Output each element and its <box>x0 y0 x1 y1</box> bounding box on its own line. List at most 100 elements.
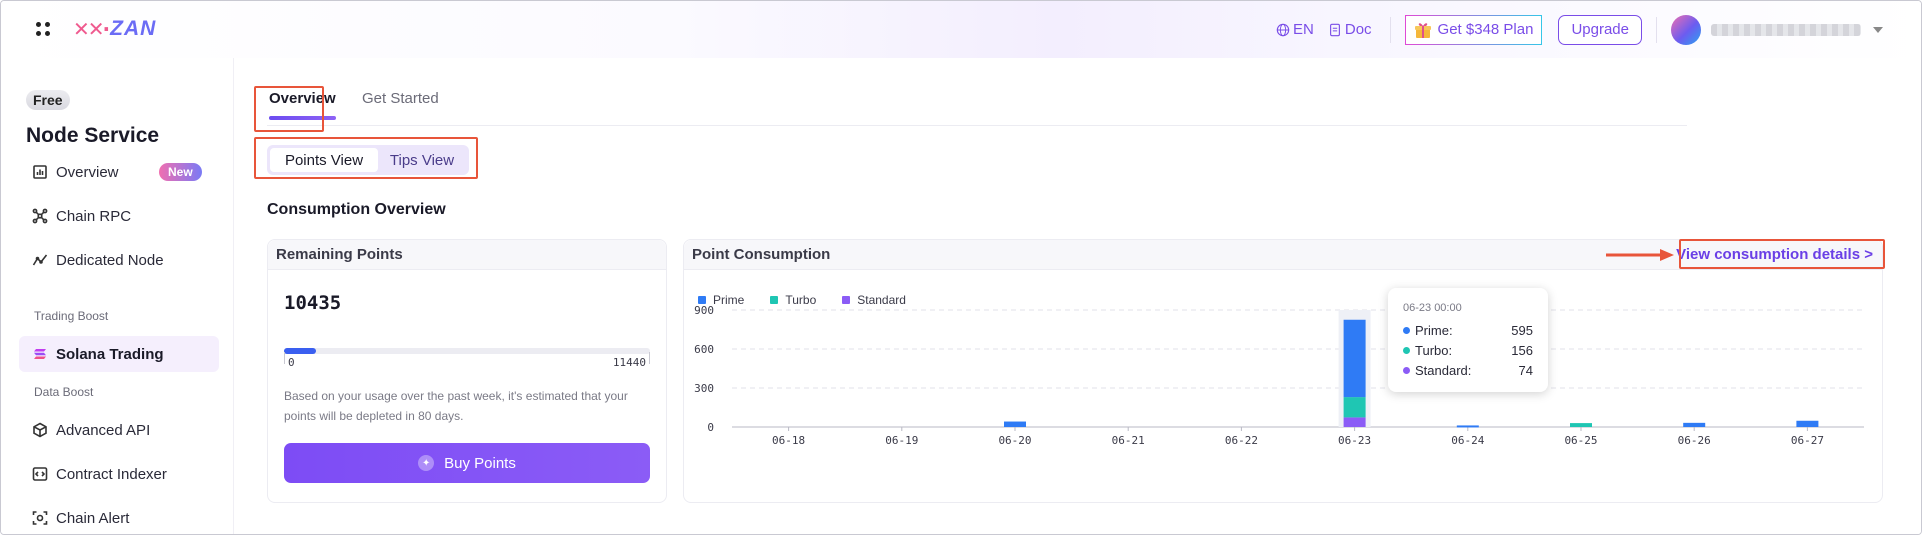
code-window-icon <box>32 467 48 481</box>
apps-grid-icon[interactable] <box>36 22 50 36</box>
x-tick-label: 06-27 <box>1791 434 1824 447</box>
logo[interactable]: ✕✕· ZAN <box>73 17 156 41</box>
tooltip-value: 156 <box>1511 343 1533 358</box>
network-icon <box>32 208 48 224</box>
range-tick <box>649 352 650 364</box>
sidebar-item-label: Chain Alert <box>56 509 130 527</box>
view-consumption-details-link[interactable]: View consumption details > <box>1676 246 1873 263</box>
divider <box>1389 16 1391 43</box>
alert-scan-icon <box>32 511 48 525</box>
x-tick-label: 06-18 <box>772 434 805 447</box>
sparkle-icon: ✦ <box>418 455 435 471</box>
top-actions: EN Doc Get $348 Plan Upgrade <box>1276 1 1883 58</box>
globe-icon <box>1276 23 1290 36</box>
chevron-down-icon[interactable] <box>1873 26 1883 33</box>
sidebar-item-label: Dedicated Node <box>56 251 164 269</box>
bar-standard <box>1343 417 1366 427</box>
legend-swatch <box>1403 347 1410 354</box>
bar-turbo <box>1570 423 1592 427</box>
x-tick-label: 06-21 <box>1112 434 1145 447</box>
points-view-option[interactable]: Points View <box>270 148 378 172</box>
chart-tooltip: 06-23 00:00 Prime: 595 Turbo: 156 Standard… <box>1388 288 1548 392</box>
sidebar-item-chain-rpc[interactable]: Chain RPC <box>19 198 219 234</box>
cube-icon <box>33 422 47 438</box>
tooltip-value: 595 <box>1511 323 1533 338</box>
section-data-boost: Data Boost <box>34 385 94 399</box>
get-plan-button[interactable]: Get $348 Plan <box>1404 14 1543 45</box>
tooltip-row-prime: Prime: 595 <box>1403 323 1533 338</box>
tooltip-label: Prime: <box>1415 323 1453 338</box>
doc-label: Doc <box>1344 21 1372 38</box>
trend-line-icon <box>32 254 48 266</box>
sidebar-item-label: Contract Indexer <box>56 465 167 483</box>
service-title: Node Service <box>26 124 160 147</box>
points-progress-fill <box>284 348 317 354</box>
points-progress-bar <box>284 348 650 354</box>
x-tick-label: 06-24 <box>1451 434 1484 447</box>
depletion-estimate: Based on your usage over the past week, … <box>284 389 628 423</box>
plan-badge: Free <box>26 90 70 110</box>
sidebar-item-chain-alert[interactable]: Chain Alert <box>19 500 219 534</box>
doc-link[interactable]: Doc <box>1328 21 1372 38</box>
new-badge: New <box>159 163 202 181</box>
sidebar: Free Node Service Overview New Chain RPC… <box>1 58 233 534</box>
tooltip-value: 74 <box>1518 363 1533 378</box>
tooltip-row-turbo: Turbo: 156 <box>1403 343 1533 358</box>
tooltip-label: Turbo: <box>1415 343 1453 358</box>
x-tick-label: 06-22 <box>1225 434 1258 447</box>
solana-icon <box>34 349 46 359</box>
tab-overview[interactable]: Overview <box>269 82 336 126</box>
x-tick-label: 06-20 <box>998 434 1031 447</box>
tooltip-label: Standard: <box>1415 363 1472 378</box>
sidebar-item-solana-trading[interactable]: Solana Trading <box>19 336 219 372</box>
legend-swatch <box>1403 367 1410 374</box>
language-label: EN <box>1293 21 1314 38</box>
y-tick-label: 0 <box>707 421 714 434</box>
language-switch[interactable]: EN <box>1276 21 1314 38</box>
buy-points-button[interactable]: ✦ Buy Points <box>284 443 650 483</box>
x-tick-label: 06-23 <box>1338 434 1371 447</box>
bar-prime <box>1004 421 1026 427</box>
remaining-points-value: 10435 <box>284 292 342 314</box>
sidebar-item-contract-indexer[interactable]: Contract Indexer <box>19 456 219 492</box>
tips-view-option[interactable]: Tips View <box>378 148 466 172</box>
x-tick-label: 06-19 <box>885 434 918 447</box>
tab-bar: Overview Get Started <box>267 82 1687 126</box>
sidebar-item-advanced-api[interactable]: Advanced API <box>19 412 219 448</box>
y-tick-label: 300 <box>694 382 714 395</box>
y-tick-label: 900 <box>694 304 714 317</box>
bar-turbo <box>1343 397 1366 418</box>
user-name-redacted <box>1711 23 1861 36</box>
upgrade-button[interactable]: Upgrade <box>1558 14 1642 45</box>
tab-get-started[interactable]: Get Started <box>362 82 439 126</box>
tooltip-row-standard: Standard: 74 <box>1403 363 1533 378</box>
point-consumption-chart: 0 300 600 900 06-18 06-19 06-20 06-21 06-22 06-23… <box>694 304 1864 447</box>
logo-mark-icon: ✕✕· <box>73 17 110 41</box>
bar-prime <box>1683 422 1706 427</box>
x-tick-label: 06-25 <box>1564 434 1597 447</box>
remaining-points-title: Remaining Points <box>268 240 666 270</box>
app-window: ✕✕· ZAN EN Doc Get $348 Plan Upgrade Fre… <box>0 0 1922 535</box>
point-consumption-card: Point Consumption View consumption detai… <box>683 239 1883 503</box>
bar-prime <box>1343 319 1366 398</box>
legend-swatch <box>1403 327 1410 334</box>
arrow-right-icon <box>1606 249 1674 261</box>
top-bar: ✕✕· ZAN EN Doc Get $348 Plan Upgrade <box>1 1 1921 58</box>
x-tick-label: 06-26 <box>1678 434 1711 447</box>
sidebar-item-overview[interactable]: Overview New <box>19 154 219 190</box>
range-max: 11440 <box>612 356 646 369</box>
range-tick <box>284 352 285 364</box>
bar-chart-icon <box>33 165 47 179</box>
remaining-points-card: Remaining Points 10435 0 11440 Based on … <box>267 239 667 503</box>
avatar[interactable] <box>1671 14 1701 45</box>
sidebar-item-dedicated-node[interactable]: Dedicated Node <box>19 242 219 278</box>
plan-offer-label: Get $348 Plan <box>1437 21 1534 38</box>
main-content: Overview Get Started Points View Tips Vi… <box>233 58 1921 534</box>
sidebar-item-label: Overview <box>56 163 119 181</box>
y-tick-label: 600 <box>694 343 714 356</box>
section-trading-boost: Trading Boost <box>34 309 109 323</box>
document-icon <box>1329 23 1340 36</box>
buy-points-label: Buy Points <box>444 454 516 472</box>
bar-prime <box>1796 420 1819 427</box>
sidebar-item-label: Solana Trading <box>56 345 164 363</box>
